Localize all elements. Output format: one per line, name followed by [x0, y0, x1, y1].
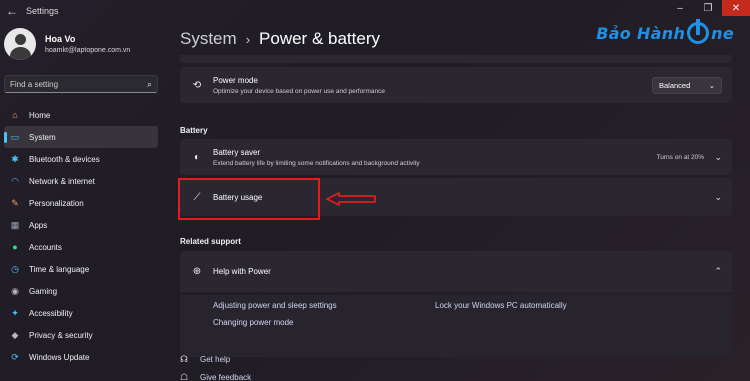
- profile-name: Hoa Vo: [45, 34, 76, 44]
- help-with-power-card[interactable]: ⊕ Help with Power ⌃: [180, 251, 732, 292]
- sidebar-item-privacy-security[interactable]: ◆ Privacy & security: [4, 324, 158, 346]
- chevron-down-icon[interactable]: ⌄: [714, 152, 722, 163]
- sidebar-item-label: Time & language: [29, 264, 90, 274]
- sidebar-item-personalization[interactable]: ✎ Personalization: [4, 192, 158, 214]
- globe-icon: ⊕: [192, 266, 202, 277]
- logo-text-right: ne: [711, 23, 734, 43]
- sidebar-item-label: Home: [29, 110, 51, 120]
- sidebar-item-apps[interactable]: ▦ Apps: [4, 214, 158, 236]
- personalization-icon: ✎: [11, 197, 19, 208]
- battery-saver-description: Extend battery life by limiting some not…: [213, 159, 420, 167]
- feedback-icon: ☖: [180, 372, 189, 381]
- accounts-icon: ●: [12, 242, 18, 252]
- power-mode-description: Optimize your device based on power use …: [213, 87, 385, 95]
- sidebar-item-network-internet[interactable]: ◠ Network & internet: [4, 170, 158, 192]
- help-icon: ☊: [180, 354, 188, 364]
- sidebar: Hoa Vo hoamkt@laptopone.com.vn ⌕ ⌂ Home ▭ S…: [0, 22, 170, 381]
- apps-icon: ▦: [10, 219, 20, 230]
- chevron-down-icon: ⌄: [708, 80, 715, 90]
- battery-saver-title: Battery saver: [213, 147, 261, 157]
- sidebar-item-label: Apps: [29, 220, 48, 230]
- time-language-icon: ◷: [11, 263, 19, 274]
- help-with-power-title: Help with Power: [213, 267, 271, 276]
- logo-one-icon: [687, 19, 710, 44]
- chevron-up-icon[interactable]: ⌃: [714, 266, 722, 277]
- sidebar-item-label: Accessibility: [29, 308, 73, 318]
- annotation-highlight-box: [178, 178, 320, 220]
- close-button[interactable]: ✕: [722, 0, 750, 16]
- search-icon[interactable]: ⌕: [147, 79, 152, 90]
- scrolled-card-edge: [180, 55, 732, 63]
- user-profile[interactable]: Hoa Vo hoamkt@laptopone.com.vn: [4, 28, 130, 60]
- battery-saver-status: Turns on at 20%: [656, 153, 704, 161]
- sidebar-item-label: Gaming: [29, 286, 58, 296]
- sidebar-item-label: Accounts: [29, 242, 62, 252]
- sidebar-item-windows-update[interactable]: ⟳ Windows Update: [4, 346, 158, 368]
- gaming-icon: ◉: [11, 285, 19, 296]
- give-feedback-label: Give feedback: [200, 373, 252, 381]
- power-mode-dropdown[interactable]: Balanced ⌄: [652, 76, 722, 94]
- app-title: Settings: [26, 6, 59, 16]
- avatar: [4, 28, 36, 60]
- sidebar-item-system[interactable]: ▭ System: [4, 126, 158, 148]
- search-box: ⌕: [4, 75, 158, 93]
- get-help-link[interactable]: ☊ Get help: [180, 354, 230, 365]
- help-links-panel: Adjusting power and sleep settings Lock …: [180, 295, 732, 357]
- sidebar-item-label: System: [29, 132, 56, 142]
- search-input[interactable]: [10, 79, 147, 89]
- windows-update-icon: ⟳: [11, 351, 19, 362]
- breadcrumb-separator: ›: [245, 31, 251, 47]
- battery-saver-icon: ◐: [193, 151, 201, 163]
- breadcrumb-root[interactable]: System: [180, 29, 237, 49]
- back-arrow-icon[interactable]: ←: [4, 3, 20, 19]
- sidebar-item-accessibility[interactable]: ✦ Accessibility: [4, 302, 158, 324]
- power-mode-card: ⟲ Power mode Optimize your device based …: [180, 67, 732, 103]
- bluetooth-icon: ✱: [11, 153, 19, 164]
- get-help-label: Get help: [200, 355, 231, 364]
- battery-section-label: Battery: [180, 126, 208, 135]
- sidebar-item-label: Privacy & security: [29, 330, 93, 340]
- privacy-icon: ◆: [11, 329, 19, 340]
- sidebar-item-label: Bluetooth & devices: [29, 154, 100, 164]
- help-link-power-mode[interactable]: Changing power mode: [213, 318, 294, 327]
- sidebar-item-label: Personalization: [29, 198, 84, 208]
- logo-text-left: Bảo Hành: [596, 23, 686, 43]
- system-icon: ▭: [10, 131, 20, 142]
- sidebar-item-home[interactable]: ⌂ Home: [4, 104, 158, 126]
- power-mode-value: Balanced: [659, 80, 691, 90]
- home-icon: ⌂: [12, 110, 18, 120]
- title-bar: ← Settings – ❐ ✕: [0, 0, 750, 22]
- window-controls: – ❐ ✕: [666, 0, 750, 16]
- sidebar-item-bluetooth-devices[interactable]: ✱ Bluetooth & devices: [4, 148, 158, 170]
- give-feedback-link[interactable]: ☖ Give feedback: [180, 372, 251, 381]
- sidebar-item-time-language[interactable]: ◷ Time & language: [4, 258, 158, 280]
- chevron-down-icon[interactable]: ⌄: [714, 192, 722, 203]
- annotation-arrow: [326, 192, 376, 206]
- related-support-label: Related support: [180, 237, 241, 246]
- page-title: Power & battery: [259, 29, 380, 48]
- watermark-logo: Bảo Hành ne: [596, 19, 734, 44]
- accessibility-icon: ✦: [11, 307, 19, 318]
- sidebar-item-accounts[interactable]: ● Accounts: [4, 236, 158, 258]
- sidebar-nav: ⌂ Home ▭ System ✱ Bluetooth & devices ◠ Network…: [4, 104, 158, 368]
- power-mode-icon: ⟲: [192, 79, 202, 91]
- network-icon: ◠: [11, 175, 19, 186]
- breadcrumb: System › Power & battery: [180, 29, 380, 49]
- sidebar-item-label: Network & internet: [29, 176, 95, 186]
- help-link-power-sleep[interactable]: Adjusting power and sleep settings: [213, 301, 337, 310]
- profile-email: hoamkt@laptopone.com.vn: [45, 47, 131, 54]
- maximize-button[interactable]: ❐: [694, 0, 722, 16]
- help-link-lock-pc[interactable]: Lock your Windows PC automatically: [435, 301, 567, 310]
- sidebar-item-label: Windows Update: [29, 352, 90, 362]
- sidebar-item-gaming[interactable]: ◉ Gaming: [4, 280, 158, 302]
- power-mode-title: Power mode: [213, 75, 258, 85]
- minimize-button[interactable]: –: [666, 0, 694, 16]
- battery-saver-card[interactable]: ◐ Battery saver Extend battery life by l…: [180, 139, 732, 175]
